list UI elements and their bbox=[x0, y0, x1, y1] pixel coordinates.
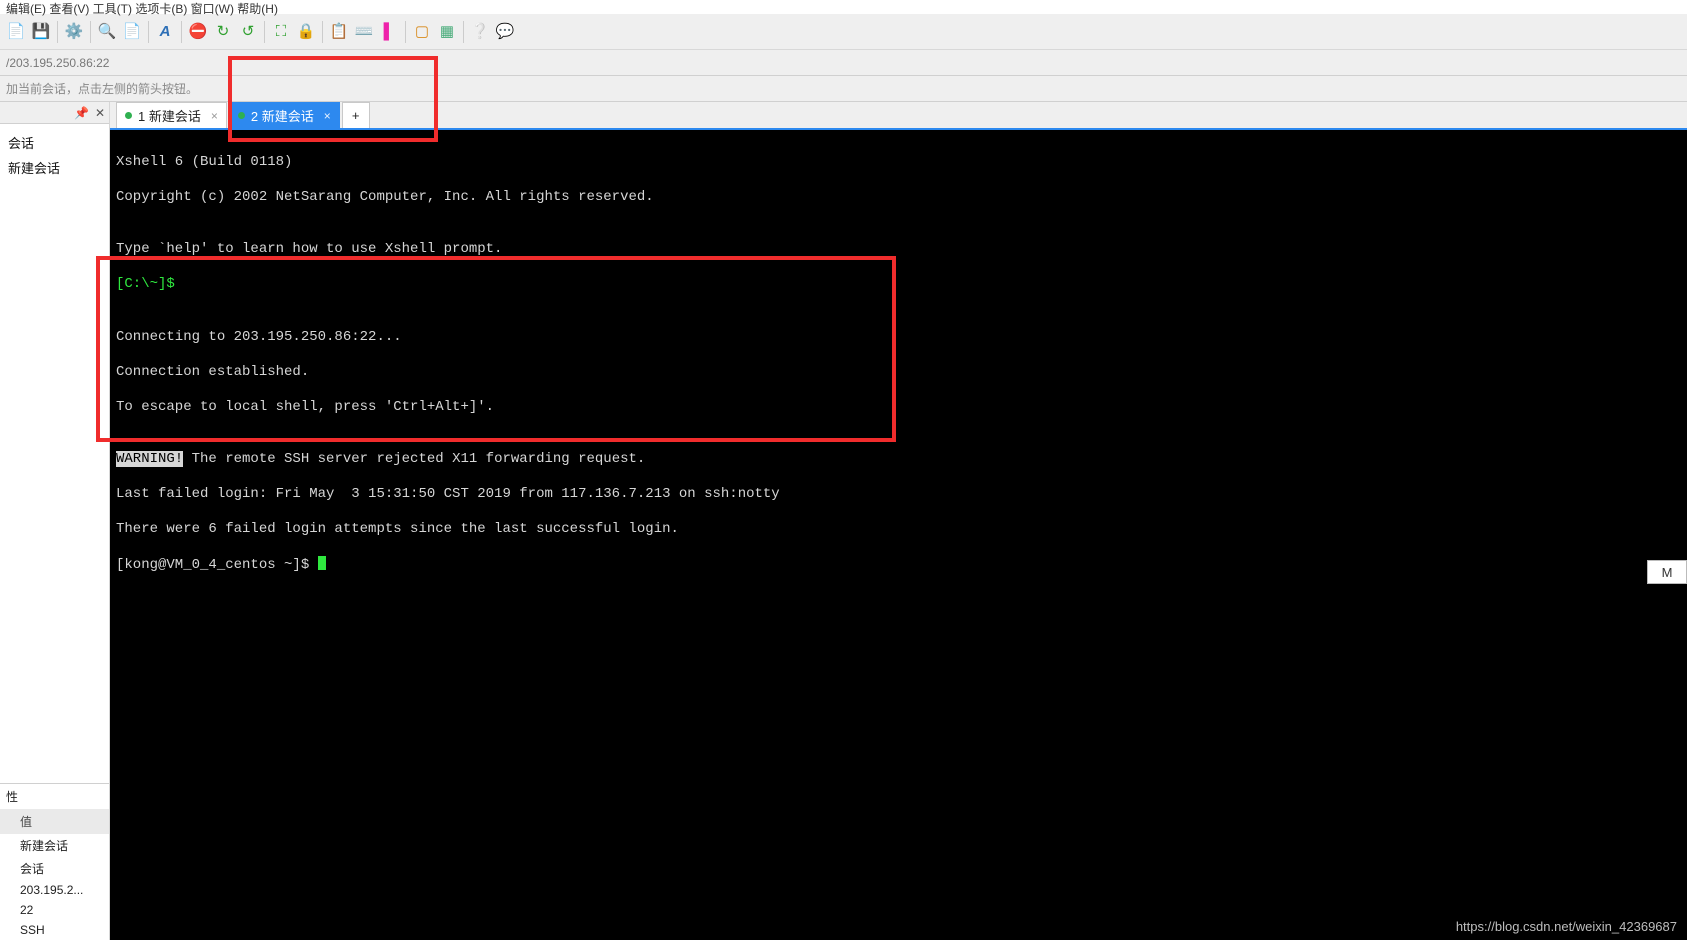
property-row: 会话 bbox=[0, 857, 109, 880]
save-button[interactable]: 💾 bbox=[29, 20, 53, 44]
terminal-text: The remote SSH server rejected X11 forwa… bbox=[183, 451, 645, 467]
plus-icon: + bbox=[352, 108, 360, 123]
table-icon: ▦ bbox=[440, 24, 454, 39]
gear-icon: ⚙️ bbox=[65, 24, 84, 39]
keyboard-button[interactable]: ⌨️ bbox=[352, 20, 376, 44]
terminal-line: Type `help' to learn how to use Xshell p… bbox=[116, 241, 1681, 259]
properties-column-header: 值 bbox=[0, 809, 109, 834]
close-icon[interactable]: ✕ bbox=[95, 106, 105, 120]
terminal-view[interactable]: Xshell 6 (Build 0118) Copyright (c) 2002… bbox=[110, 130, 1687, 940]
property-row: 203.195.2... bbox=[0, 880, 109, 900]
properties-panel: 性 值 新建会话 会话 203.195.2... 22 SSH bbox=[0, 783, 109, 940]
file-icon: 📄 bbox=[7, 24, 26, 39]
properties-title: 性 bbox=[0, 784, 109, 809]
tab-label: 1 新建会话 bbox=[138, 106, 201, 125]
address-text: /203.195.250.86:22 bbox=[6, 56, 109, 70]
chat-icon: 💬 bbox=[496, 24, 515, 39]
property-row: SSH bbox=[0, 920, 109, 940]
lock-button[interactable]: 🔒 bbox=[294, 20, 318, 44]
terminal-prompt: [C:\~]$ bbox=[116, 276, 1681, 294]
session-tab-2[interactable]: 2 新建会话 × bbox=[229, 102, 340, 128]
address-bar[interactable]: /203.195.250.86:22 bbox=[0, 50, 1687, 76]
reconnect-button[interactable]: ↻ bbox=[211, 20, 235, 44]
highlight-icon: ▌ bbox=[384, 24, 395, 39]
session-tab-1[interactable]: 1 新建会话 × bbox=[116, 102, 227, 128]
pin-icon[interactable]: 📌 bbox=[74, 106, 89, 120]
menu-items[interactable]: 编辑(E) 查看(V) 工具(T) 选项卡(B) 窗口(W) 帮助(H) bbox=[6, 2, 278, 16]
cursor-icon bbox=[318, 556, 326, 570]
font-button[interactable]: A bbox=[153, 20, 177, 44]
new-session-button[interactable]: 📄 bbox=[4, 20, 28, 44]
terminal-line: WARNING! The remote SSH server rejected … bbox=[116, 451, 1681, 469]
highlight-button[interactable]: ▌ bbox=[377, 20, 401, 44]
terminal-line: Copyright (c) 2002 NetSarang Computer, I… bbox=[116, 189, 1681, 207]
shell-prompt: [kong@VM_0_4_centos ~]$ bbox=[116, 557, 318, 573]
terminal-line: [kong@VM_0_4_centos ~]$ bbox=[116, 556, 1681, 575]
session-tree[interactable]: 会话 新建会话 bbox=[0, 124, 109, 186]
ime-indicator[interactable]: M bbox=[1647, 560, 1687, 584]
keyboard-icon: ⌨️ bbox=[355, 24, 374, 39]
layout-button[interactable]: ▢ bbox=[410, 20, 434, 44]
terminal-line: Connecting to 203.195.250.86:22... bbox=[116, 329, 1681, 347]
hint-bar: 加当前会话，点击左侧的箭头按钮。 bbox=[0, 76, 1687, 102]
side-panel-header: 📌 ✕ bbox=[0, 102, 109, 124]
ime-label: M bbox=[1662, 565, 1673, 580]
property-row: 新建会话 bbox=[0, 834, 109, 857]
terminal-line: Last failed login: Fri May 3 15:31:50 CS… bbox=[116, 486, 1681, 504]
close-tab-icon[interactable]: × bbox=[211, 109, 218, 123]
workspace: 📌 ✕ 会话 新建会话 性 值 新建会话 会话 203.195.2... 22 … bbox=[0, 102, 1687, 940]
fullscreen-button[interactable]: ⛶ bbox=[269, 20, 293, 44]
font-icon: A bbox=[160, 24, 171, 39]
refresh-icon: ↻ bbox=[217, 24, 230, 39]
search-icon: 🔍 bbox=[98, 24, 117, 39]
fullscreen-icon: ⛶ bbox=[276, 24, 287, 39]
table-button[interactable]: ▦ bbox=[435, 20, 459, 44]
close-tab-icon[interactable]: × bbox=[324, 109, 331, 123]
feedback-button[interactable]: 💬 bbox=[493, 20, 517, 44]
terminal-line: Connection established. bbox=[116, 364, 1681, 382]
tree-item[interactable]: 会话 bbox=[2, 130, 107, 155]
box-icon: ▢ bbox=[415, 24, 429, 39]
tree-item[interactable]: 新建会话 bbox=[2, 155, 107, 180]
main-toolbar: 📄 💾 ⚙️ 🔍 📄 A ⛔ ↻ ↺ ⛶ 🔒 📋 ⌨️ ▌ ▢ ▦ ❔ 💬 bbox=[0, 14, 1687, 50]
terminal-line: Xshell 6 (Build 0118) bbox=[116, 154, 1681, 172]
disconnect-button[interactable]: ⛔ bbox=[186, 20, 210, 44]
settings-button[interactable]: ⚙️ bbox=[62, 20, 86, 44]
terminal-line: There were 6 failed login attempts since… bbox=[116, 521, 1681, 539]
status-dot-icon bbox=[125, 112, 132, 119]
clipboard-button[interactable]: 📋 bbox=[327, 20, 351, 44]
doc-icon: 📄 bbox=[123, 24, 142, 39]
help-button[interactable]: ❔ bbox=[468, 20, 492, 44]
session-side-panel: 📌 ✕ 会话 新建会话 性 值 新建会话 会话 203.195.2... 22 … bbox=[0, 102, 110, 940]
search-button[interactable]: 🔍 bbox=[95, 20, 119, 44]
main-area: 1 新建会话 × 2 新建会话 × + Xshell 6 (Build 0118… bbox=[110, 102, 1687, 940]
terminal-line: To escape to local shell, press 'Ctrl+Al… bbox=[116, 399, 1681, 417]
stop-icon: ⛔ bbox=[189, 24, 208, 39]
warning-tag: WARNING! bbox=[116, 451, 183, 467]
property-row: 22 bbox=[0, 900, 109, 920]
lock-icon: 🔒 bbox=[297, 24, 316, 39]
new-tab-button[interactable]: + bbox=[342, 102, 370, 128]
status-dot-icon bbox=[238, 112, 245, 119]
reconnect-icon: ↺ bbox=[242, 24, 255, 39]
doc-button[interactable]: 📄 bbox=[120, 20, 144, 44]
watermark-text: https://blog.csdn.net/weixin_42369687 bbox=[1456, 919, 1677, 934]
clipboard-icon: 📋 bbox=[330, 24, 349, 39]
session-tab-strip: 1 新建会话 × 2 新建会话 × + bbox=[110, 102, 1687, 130]
help-icon: ❔ bbox=[471, 24, 490, 39]
tab-label: 2 新建会话 bbox=[251, 106, 314, 125]
menu-bar[interactable]: 编辑(E) 查看(V) 工具(T) 选项卡(B) 窗口(W) 帮助(H) bbox=[0, 0, 1687, 14]
save-icon: 💾 bbox=[32, 24, 51, 39]
hint-text: 加当前会话，点击左侧的箭头按钮。 bbox=[6, 80, 198, 97]
reconnect-all-button[interactable]: ↺ bbox=[236, 20, 260, 44]
